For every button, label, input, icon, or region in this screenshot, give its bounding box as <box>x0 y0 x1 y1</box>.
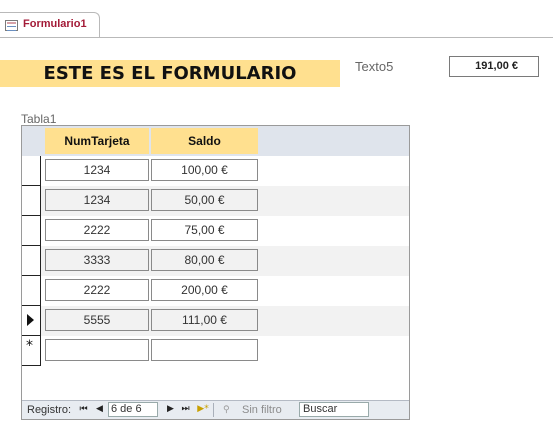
new-record-star-icon: * <box>26 338 33 354</box>
document-tab-strip: Formulario1 <box>0 0 553 38</box>
saldo-field[interactable]: 80,00 € <box>151 249 258 271</box>
record-position-input[interactable]: 6 de 6 <box>108 402 158 417</box>
search-input[interactable]: Buscar <box>299 402 369 417</box>
next-record-button[interactable]: ▶ <box>165 403 176 416</box>
numtarjeta-field[interactable]: 3333 <box>45 249 149 271</box>
tab-label: Formulario1 <box>23 18 87 30</box>
new-record-row: * <box>22 336 409 366</box>
current-record-arrow-icon <box>27 314 34 326</box>
saldo-field[interactable]: 111,00 € <box>151 309 258 331</box>
subform-tabla1[interactable]: NumTarjeta Saldo 1234 100,00 € 1234 50,0… <box>21 125 410 420</box>
previous-record-button[interactable]: ◀ <box>94 403 105 416</box>
tab-strip-divider <box>0 37 553 38</box>
filter-icon: ⚲ <box>223 405 230 415</box>
nav-divider <box>213 403 214 417</box>
saldo-field[interactable]: 200,00 € <box>151 279 258 301</box>
numtarjeta-field[interactable]: 5555 <box>45 309 149 331</box>
record-label: Registro: <box>27 404 72 416</box>
table-row: 1234 50,00 € <box>22 186 409 216</box>
last-record-button[interactable]: ⏭ <box>180 403 191 416</box>
record-selector[interactable] <box>22 246 41 276</box>
subform-label: Tabla1 <box>21 112 57 126</box>
column-header-numtarjeta: NumTarjeta <box>45 128 149 154</box>
table-row-current: 5555 111,00 € <box>22 306 409 336</box>
numtarjeta-field[interactable]: 2222 <box>45 279 149 301</box>
form-title-band: ESTE ES EL FORMULARIO <box>0 60 340 87</box>
numtarjeta-field[interactable]: 2222 <box>45 219 149 241</box>
record-selector[interactable] <box>22 186 41 216</box>
saldo-field[interactable]: 50,00 € <box>151 189 258 211</box>
record-selector-new[interactable]: * <box>22 336 41 366</box>
saldo-field[interactable]: 100,00 € <box>151 159 258 181</box>
form-icon <box>5 20 18 31</box>
record-selector-current[interactable] <box>22 306 41 336</box>
table-row: 1234 100,00 € <box>22 156 409 186</box>
record-selector[interactable] <box>22 156 41 186</box>
table-row: 3333 80,00 € <box>22 246 409 276</box>
record-selector[interactable] <box>22 216 41 246</box>
numtarjeta-field[interactable]: 1234 <box>45 159 149 181</box>
texto5-label: Texto5 <box>355 59 394 74</box>
form-title: ESTE ES EL FORMULARIO <box>43 63 297 84</box>
saldo-field[interactable]: 75,00 € <box>151 219 258 241</box>
record-navigation-bar: Registro: ⏮ ◀ 6 de 6 ▶ ⏭ ▶* ⚲ Sin filtro… <box>22 400 409 419</box>
first-record-button[interactable]: ⏮ <box>78 403 89 416</box>
subform-header: NumTarjeta Saldo <box>22 126 409 156</box>
record-selector[interactable] <box>22 276 41 306</box>
saldo-field-new[interactable] <box>151 339 258 361</box>
texto5-field[interactable]: 191,00 € <box>449 56 539 77</box>
table-row: 2222 200,00 € <box>22 276 409 306</box>
table-row: 2222 75,00 € <box>22 216 409 246</box>
numtarjeta-field[interactable]: 1234 <box>45 189 149 211</box>
numtarjeta-field-new[interactable] <box>45 339 149 361</box>
tab-formulario1[interactable]: Formulario1 <box>0 12 100 38</box>
no-filter-button[interactable]: Sin filtro <box>242 404 282 416</box>
column-header-saldo: Saldo <box>151 128 258 154</box>
new-record-button[interactable]: ▶* <box>195 403 211 416</box>
